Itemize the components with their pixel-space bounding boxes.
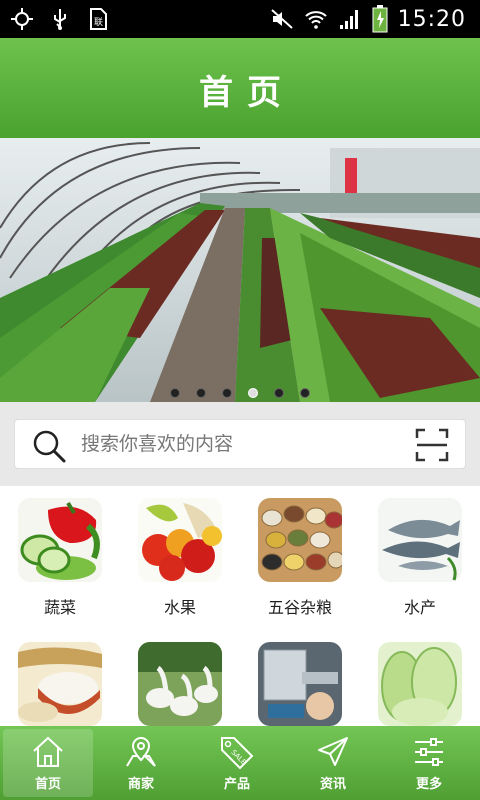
svg-text:联: 联 — [94, 17, 103, 28]
status-bar: 联 15:20 — [0, 0, 480, 38]
tab-label: 更多 — [415, 777, 442, 792]
tab-home[interactable]: 首页 — [3, 729, 93, 797]
tab-label: 商家 — [127, 777, 154, 792]
category-label: 水产 — [403, 598, 436, 617]
category-label: 水果 — [163, 598, 196, 617]
clock: 15:20 — [397, 6, 466, 32]
tab-label: 首页 — [34, 777, 61, 792]
vegetables-image — [18, 498, 102, 582]
fruits-image — [138, 498, 222, 582]
cabbage-image — [378, 642, 462, 726]
tab-news[interactable]: 资讯 — [285, 726, 381, 800]
category-fruits[interactable]: 水果 — [120, 498, 240, 618]
category-poultry[interactable] — [120, 642, 240, 738]
signal-icon — [339, 10, 358, 29]
carousel-dot[interactable] — [196, 388, 206, 398]
carousel-dot[interactable] — [222, 388, 232, 398]
usb-icon — [54, 9, 66, 30]
title-bar: 首页 — [0, 38, 480, 138]
gps-icon — [11, 8, 33, 30]
banner-carousel[interactable] — [0, 138, 480, 402]
paper-plane-icon — [318, 737, 348, 766]
search-input[interactable] — [81, 428, 401, 460]
category-aquatic[interactable]: 水产 — [360, 498, 480, 618]
category-grid: 蔬菜 水果 五谷杂粮 水产 — [0, 486, 480, 726]
machinery-image — [258, 642, 342, 726]
carousel-dot[interactable] — [170, 388, 180, 398]
category-machinery[interactable] — [240, 642, 360, 738]
sale-tag-icon: SALE — [221, 737, 254, 770]
tab-label: 产品 — [223, 777, 250, 792]
carousel-dot[interactable] — [300, 388, 310, 398]
tab-merchants[interactable]: 商家 — [93, 726, 189, 800]
category-label: 蔬菜 — [43, 598, 76, 617]
aquatic-image — [378, 498, 462, 582]
battery-charging-icon — [372, 5, 388, 33]
category-vegetables[interactable]: 蔬菜 — [0, 498, 120, 618]
tab-products[interactable]: SALE 产品 — [189, 726, 285, 800]
carousel-dot-active[interactable] — [248, 388, 258, 398]
sim-card-icon: 联 — [90, 8, 107, 30]
category-grains[interactable]: 五谷杂粮 — [240, 498, 360, 618]
poultry-image — [138, 642, 222, 726]
bottom-tab-bar: 首页 商家 SALE 产品 资讯 更多 — [0, 726, 480, 800]
sliders-icon — [415, 738, 443, 766]
grains-image — [258, 498, 342, 582]
tab-label: 资讯 — [319, 777, 346, 792]
carousel-dot[interactable] — [274, 388, 284, 398]
page-title: 首页 — [199, 73, 295, 113]
mute-icon — [270, 9, 293, 29]
rice-image — [18, 642, 102, 726]
category-label: 五谷杂粮 — [267, 598, 332, 617]
scan-icon[interactable] — [415, 428, 449, 462]
category-cabbage[interactable] — [360, 642, 480, 738]
map-pin-icon — [126, 736, 156, 767]
carousel-indicators — [0, 388, 480, 398]
category-rice[interactable] — [0, 642, 120, 738]
search-icon[interactable] — [31, 428, 67, 464]
wifi-icon — [304, 11, 327, 29]
home-icon — [33, 736, 63, 767]
search-section — [0, 402, 480, 486]
search-bar[interactable] — [14, 419, 466, 469]
banner-image — [0, 138, 480, 402]
tab-more[interactable]: 更多 — [381, 726, 477, 800]
